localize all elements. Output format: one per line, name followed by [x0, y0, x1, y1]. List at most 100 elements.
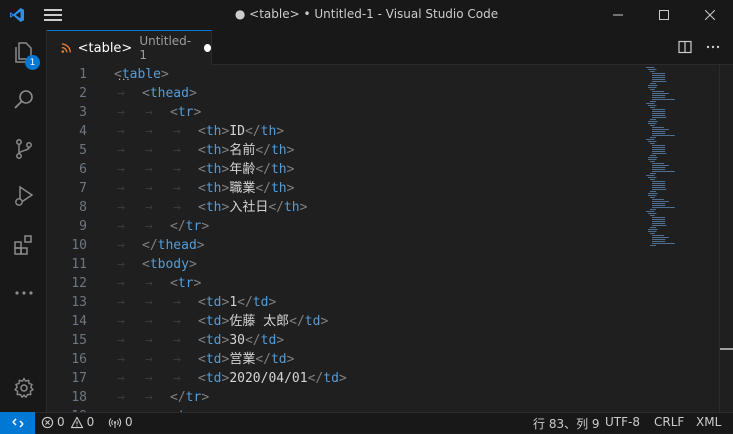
line-content: <tr>	[170, 103, 201, 122]
minimap-line	[650, 197, 655, 198]
indent-guide: →	[173, 143, 181, 158]
encoding-button[interactable]: UTF-8	[605, 415, 640, 429]
minimap-line	[652, 187, 666, 188]
minimap-line	[650, 125, 655, 126]
line-number: 16	[71, 352, 87, 367]
minimap-line	[650, 245, 656, 246]
tag-bracket: </	[255, 143, 271, 158]
tag-bracket: >	[338, 371, 347, 386]
maximize-button[interactable]	[641, 0, 687, 30]
tag-bracket: <	[170, 276, 178, 291]
tag-bracket: >	[299, 200, 308, 215]
code-editor[interactable]: 1 <table> 2 <thead> → 3 <tr> → → 4 <th>ID</th> → → → 5…	[47, 65, 733, 412]
indent-guide: →	[145, 219, 153, 234]
minimap-line	[652, 219, 666, 220]
tag-bracket: </	[170, 390, 186, 405]
minimap-line	[652, 223, 666, 224]
tag-name: th	[205, 200, 222, 215]
indent-guide: →	[173, 295, 181, 310]
indent-guide: →	[173, 371, 181, 386]
tag-name: td	[205, 352, 222, 367]
indent-guide: →	[117, 181, 125, 196]
text-content: 年齢	[229, 162, 256, 177]
minimap-line	[652, 131, 666, 132]
tab-description: Untitled-1	[139, 34, 192, 62]
minimap-line	[652, 81, 667, 82]
code-line: 12 <tr> → →	[47, 274, 637, 293]
minimap-line	[652, 217, 666, 218]
tag-bracket: </	[255, 352, 271, 367]
minimap-line	[652, 145, 666, 146]
line-number: 17	[71, 371, 87, 386]
minimap-line	[650, 137, 656, 138]
tag-name: th	[205, 143, 222, 158]
minimap-line	[652, 75, 666, 76]
tag-bracket: >	[188, 257, 197, 272]
minimap-line	[650, 215, 655, 216]
tag-bracket: >	[193, 276, 202, 291]
tag-bracket: >	[286, 352, 295, 367]
indent-guide: →	[145, 143, 153, 158]
problems-button[interactable]: 0 0	[41, 415, 94, 429]
minimap-line	[648, 69, 657, 70]
tag-name: th	[205, 162, 222, 177]
minimap-line	[652, 205, 666, 206]
language-mode-button[interactable]: XML	[696, 415, 721, 429]
minimap-line	[652, 169, 666, 170]
manage-button[interactable]	[0, 368, 47, 408]
run-debug-button[interactable]	[0, 176, 47, 216]
minimap[interactable]	[643, 65, 713, 412]
indent-guide: →	[173, 314, 181, 329]
tab-untitled-1[interactable]: <table> Untitled-1	[47, 30, 212, 65]
tag-name: tr	[185, 390, 202, 405]
line-content: <tr>	[170, 274, 201, 293]
line-content: <td>佐藤 太郎</td>	[198, 312, 328, 331]
more-views-button[interactable]	[0, 273, 47, 313]
code-line: 2 <thead> →	[47, 84, 637, 103]
line-number: 4	[79, 124, 87, 139]
minimap-line	[652, 133, 666, 134]
indent-guide: →	[117, 314, 125, 329]
tag-bracket: </	[255, 181, 271, 196]
text-content: 30	[229, 333, 245, 348]
tag-name: td	[205, 295, 222, 310]
indent-guide: →	[145, 390, 153, 405]
indent-guide: →	[117, 143, 125, 158]
cursor-position[interactable]: 行 83、列 9	[533, 415, 600, 432]
search-button[interactable]	[0, 80, 47, 120]
indent-guide: →	[117, 295, 125, 310]
minimap-line	[650, 101, 656, 102]
line-number: 6	[79, 162, 87, 177]
explorer-button[interactable]: 1	[0, 32, 47, 72]
line-number: 5	[79, 143, 87, 158]
text-content: ID	[229, 124, 245, 139]
vscode-logo-icon	[10, 8, 24, 22]
eol-button[interactable]: CRLF	[654, 415, 684, 429]
extensions-button[interactable]	[0, 225, 47, 265]
unsaved-dot-icon[interactable]	[203, 44, 211, 52]
minimap-line	[648, 85, 658, 86]
minimap-line	[648, 121, 658, 122]
tag-name: th	[205, 124, 222, 139]
tag-bracket: <	[198, 295, 206, 310]
tag-bracket: <	[198, 181, 206, 196]
ports-button[interactable]: 0	[108, 415, 133, 429]
minimap-line	[648, 193, 658, 194]
minimap-line	[652, 167, 666, 168]
text-content: 営業	[229, 352, 256, 367]
tag-bracket: <	[198, 200, 206, 215]
more-actions-icon[interactable]	[705, 39, 721, 55]
remote-button[interactable]	[0, 412, 35, 434]
vertical-scrollbar[interactable]	[719, 65, 733, 412]
code-line: 17 <td>2020/04/01</td> → → →	[47, 369, 637, 388]
minimap-line	[650, 155, 656, 156]
minimize-button[interactable]	[595, 0, 641, 30]
menu-icon[interactable]	[44, 9, 62, 21]
close-button[interactable]	[687, 0, 733, 30]
tag-bracket: <	[198, 352, 206, 367]
minimap-line	[648, 159, 657, 160]
split-editor-icon[interactable]	[677, 39, 693, 55]
minimap-line	[648, 87, 657, 88]
source-control-button[interactable]	[0, 129, 47, 169]
code-line: 14 <td>佐藤 太郎</td> → → →	[47, 312, 637, 331]
